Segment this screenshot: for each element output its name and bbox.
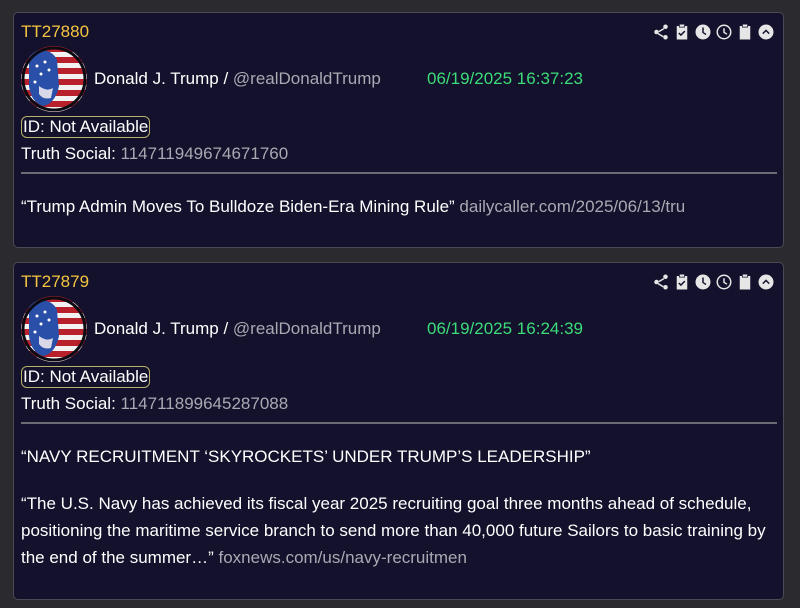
post-text: “Trump Admin Moves To Bulldoze Biden-Era… (21, 197, 460, 216)
divider (21, 172, 777, 174)
author: Donald J. Trump / @realDonaldTrump (94, 69, 381, 89)
clipboard-check-icon[interactable] (673, 23, 691, 41)
author-handle[interactable]: @realDonaldTrump (233, 69, 381, 88)
platform-line: Truth Social: 114711899645287088 (21, 394, 288, 414)
id-badge: ID: Not Available (21, 116, 151, 138)
clock-outline-icon[interactable] (715, 23, 733, 41)
platform-id[interactable]: 114711949674671760 (121, 144, 289, 163)
post-link[interactable]: dailycaller.com/2025/06/13/tru (459, 197, 685, 216)
platform-line: Truth Social: 114711949674671760 (21, 144, 288, 164)
chevron-up-circle-icon[interactable] (757, 23, 775, 41)
post-text: “NAVY RECRUITMENT ‘SKYROCKETS’ UNDER TRU… (21, 447, 591, 466)
author-name: Donald J. Trump (94, 319, 219, 338)
post-paragraph: “The U.S. Navy has achieved its fiscal y… (21, 490, 769, 571)
author: Donald J. Trump / @realDonaldTrump (94, 319, 381, 339)
chevron-up-circle-icon[interactable] (757, 273, 775, 291)
post-paragraph: “NAVY RECRUITMENT ‘SKYROCKETS’ UNDER TRU… (21, 443, 769, 470)
post-card: TT27879 Donald J. Trump / @realDonaldTru… (13, 262, 784, 600)
id-badge: ID: Not Available (21, 366, 151, 388)
post-timestamp[interactable]: 06/19/2025 16:37:23 (427, 69, 583, 89)
post-actions (652, 23, 775, 41)
avatar (21, 46, 87, 112)
author-name: Donald J. Trump (94, 69, 219, 88)
post-link[interactable]: foxnews.com/us/navy-recruitmen (218, 548, 466, 567)
share-icon[interactable] (652, 273, 670, 291)
clipboard-icon[interactable] (736, 273, 754, 291)
clock-filled-icon[interactable] (694, 23, 712, 41)
post-paragraph: “Trump Admin Moves To Bulldoze Biden-Era… (21, 193, 769, 220)
clipboard-icon[interactable] (736, 23, 754, 41)
post-timestamp[interactable]: 06/19/2025 16:24:39 (427, 319, 583, 339)
platform-label: Truth Social: (21, 394, 116, 413)
author-separator: / (218, 69, 233, 88)
post-id[interactable]: TT27880 (21, 22, 89, 42)
post-actions (652, 273, 775, 291)
share-icon[interactable] (652, 23, 670, 41)
post-id[interactable]: TT27879 (21, 272, 89, 292)
avatar (21, 296, 87, 362)
clock-filled-icon[interactable] (694, 273, 712, 291)
clock-outline-icon[interactable] (715, 273, 733, 291)
author-handle[interactable]: @realDonaldTrump (233, 319, 381, 338)
platform-label: Truth Social: (21, 144, 116, 163)
platform-id[interactable]: 114711899645287088 (121, 394, 289, 413)
post-card: TT27880 Donald J. Trump / @realDonaldTru… (13, 12, 784, 248)
divider (21, 422, 777, 424)
clipboard-check-icon[interactable] (673, 273, 691, 291)
author-separator: / (218, 319, 233, 338)
